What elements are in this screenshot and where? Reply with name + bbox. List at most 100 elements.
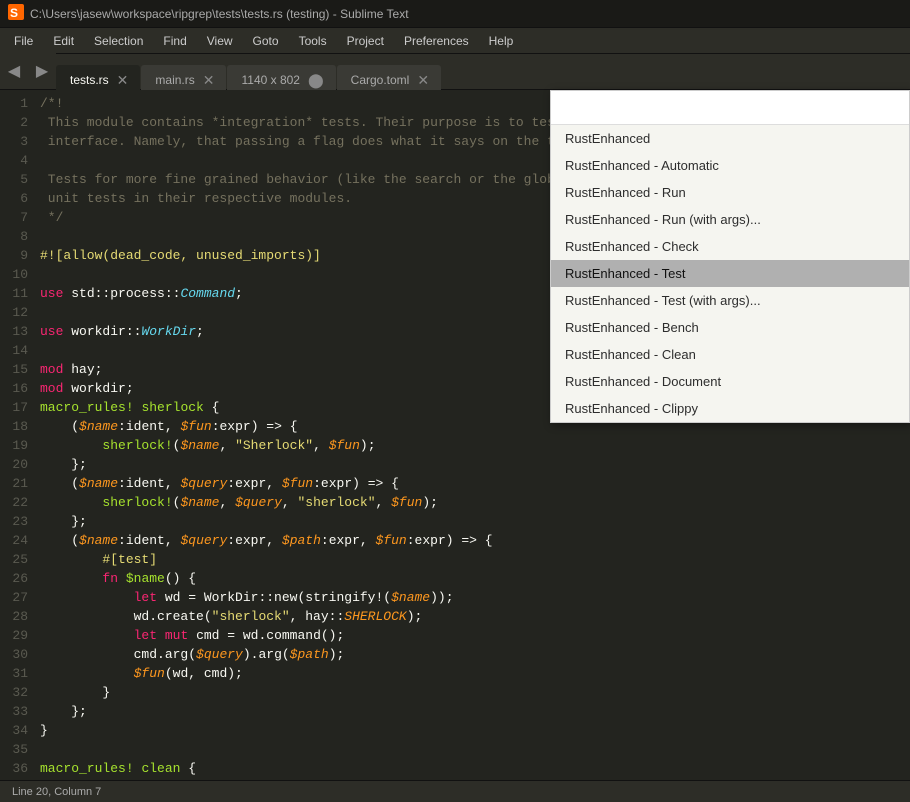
menu-item-tools[interactable]: Tools — [289, 32, 337, 50]
line-number: 24 — [0, 531, 40, 550]
editor-line: 35 — [0, 740, 910, 759]
menu-item-project[interactable]: Project — [337, 32, 394, 50]
line-number: 22 — [0, 493, 40, 512]
menu-item-view[interactable]: View — [197, 32, 243, 50]
menubar: FileEditSelectionFindViewGotoToolsProjec… — [0, 28, 910, 54]
editor-line: 33 }; — [0, 702, 910, 721]
dropdown-item[interactable]: RustEnhanced - Clippy — [551, 395, 909, 422]
line-number: 12 — [0, 303, 40, 322]
line-content — [40, 740, 910, 759]
line-content: $fun(wd, cmd); — [40, 664, 910, 683]
tabbar: ◀ ▶ tests.rs ✕ main.rs ✕ 1140 x 802 ⬤ Ca… — [0, 54, 910, 90]
line-content: #[test] — [40, 550, 910, 569]
menu-item-file[interactable]: File — [4, 32, 43, 50]
menu-item-preferences[interactable]: Preferences — [394, 32, 479, 50]
dropdown-item[interactable]: RustEnhanced - Automatic — [551, 152, 909, 179]
tab-dims-close[interactable]: ⬤ — [308, 73, 324, 87]
dropdown-item[interactable]: RustEnhanced - Test — [551, 260, 909, 287]
tab-nav-left[interactable]: ◀ — [0, 53, 28, 89]
tab-cargo-label: Cargo.toml — [351, 73, 410, 87]
dropdown-item[interactable]: RustEnhanced — [551, 125, 909, 152]
line-number: 33 — [0, 702, 40, 721]
line-number: 10 — [0, 265, 40, 284]
editor-line: 30 cmd.arg($query).arg($path); — [0, 645, 910, 664]
editor-line: 24 ($name:ident, $query:expr, $path:expr… — [0, 531, 910, 550]
svg-text:S: S — [10, 6, 18, 20]
line-number: 5 — [0, 170, 40, 189]
line-number: 21 — [0, 474, 40, 493]
line-number: 18 — [0, 417, 40, 436]
line-content: } — [40, 683, 910, 702]
line-content: sherlock!($name, $query, "sherlock", $fu… — [40, 493, 910, 512]
line-number: 2 — [0, 113, 40, 132]
dropdown-item[interactable]: RustEnhanced - Check — [551, 233, 909, 260]
line-number: 3 — [0, 132, 40, 151]
line-content: let mut cmd = wd.command(); — [40, 626, 910, 645]
line-content: } — [40, 721, 910, 740]
line-content: ($name:ident, $query:expr, $path:expr, $… — [40, 531, 910, 550]
dropdown-item[interactable]: RustEnhanced - Document — [551, 368, 909, 395]
tab-nav-right[interactable]: ▶ — [28, 53, 56, 89]
menu-item-find[interactable]: Find — [153, 32, 196, 50]
line-number: 1 — [0, 94, 40, 113]
line-number: 30 — [0, 645, 40, 664]
command-dropdown: RustEnhancedRustEnhanced - AutomaticRust… — [550, 90, 910, 423]
line-number: 14 — [0, 341, 40, 360]
editor-line: 36macro_rules! clean { — [0, 759, 910, 778]
editor-line: 21 ($name:ident, $query:expr, $fun:expr)… — [0, 474, 910, 493]
line-number: 8 — [0, 227, 40, 246]
dropdown-search-input[interactable] — [551, 91, 909, 125]
dropdown-item[interactable]: RustEnhanced - Clean — [551, 341, 909, 368]
line-content: cmd.arg($query).arg($path); — [40, 645, 910, 664]
menu-item-selection[interactable]: Selection — [84, 32, 153, 50]
editor-line: 22 sherlock!($name, $query, "sherlock", … — [0, 493, 910, 512]
app-icon: S — [8, 4, 24, 23]
dropdown-item[interactable]: RustEnhanced - Run (with args)... — [551, 206, 909, 233]
editor-line: 34} — [0, 721, 910, 740]
line-number: 7 — [0, 208, 40, 227]
line-number: 15 — [0, 360, 40, 379]
editor-line: 32 } — [0, 683, 910, 702]
statusbar: Line 20, Column 7 — [0, 780, 910, 802]
main-area: 1/*!2 This module contains *integration*… — [0, 90, 910, 780]
line-number: 27 — [0, 588, 40, 607]
line-number: 26 — [0, 569, 40, 588]
line-number: 20 — [0, 455, 40, 474]
menu-item-goto[interactable]: Goto — [243, 32, 289, 50]
dropdown-list: RustEnhancedRustEnhanced - AutomaticRust… — [551, 125, 909, 422]
line-number: 35 — [0, 740, 40, 759]
line-number: 19 — [0, 436, 40, 455]
line-number: 4 — [0, 151, 40, 170]
statusbar-text: Line 20, Column 7 — [12, 786, 101, 798]
editor-line: 27 let wd = WorkDir::new(stringify!($nam… — [0, 588, 910, 607]
editor-line: 25 #[test] — [0, 550, 910, 569]
dropdown-item[interactable]: RustEnhanced - Run — [551, 179, 909, 206]
line-number: 23 — [0, 512, 40, 531]
menu-item-help[interactable]: Help — [479, 32, 524, 50]
line-content: let wd = WorkDir::new(stringify!($name))… — [40, 588, 910, 607]
line-content: }; — [40, 512, 910, 531]
line-content: macro_rules! clean { — [40, 759, 910, 778]
tab-tests-close[interactable]: ✕ — [117, 73, 129, 87]
dropdown-item[interactable]: RustEnhanced - Bench — [551, 314, 909, 341]
line-number: 9 — [0, 246, 40, 265]
tab-tests-label: tests.rs — [70, 73, 109, 87]
tab-main-close[interactable]: ✕ — [203, 73, 215, 87]
tab-main-label: main.rs — [155, 73, 194, 87]
line-content: sherlock!($name, "Sherlock", $fun); — [40, 436, 910, 455]
editor-line: 20 }; — [0, 455, 910, 474]
tab-dims-label: 1140 x 802 — [241, 73, 300, 87]
titlebar-text: C:\Users\jasew\workspace\ripgrep\tests\t… — [30, 7, 409, 21]
line-number: 32 — [0, 683, 40, 702]
line-number: 34 — [0, 721, 40, 740]
line-number: 17 — [0, 398, 40, 417]
menu-item-edit[interactable]: Edit — [43, 32, 84, 50]
line-number: 11 — [0, 284, 40, 303]
tab-cargo-close[interactable]: ✕ — [417, 73, 429, 87]
line-number: 16 — [0, 379, 40, 398]
line-number: 29 — [0, 626, 40, 645]
titlebar: S C:\Users\jasew\workspace\ripgrep\tests… — [0, 0, 910, 28]
line-number: 6 — [0, 189, 40, 208]
editor-line: 29 let mut cmd = wd.command(); — [0, 626, 910, 645]
dropdown-item[interactable]: RustEnhanced - Test (with args)... — [551, 287, 909, 314]
